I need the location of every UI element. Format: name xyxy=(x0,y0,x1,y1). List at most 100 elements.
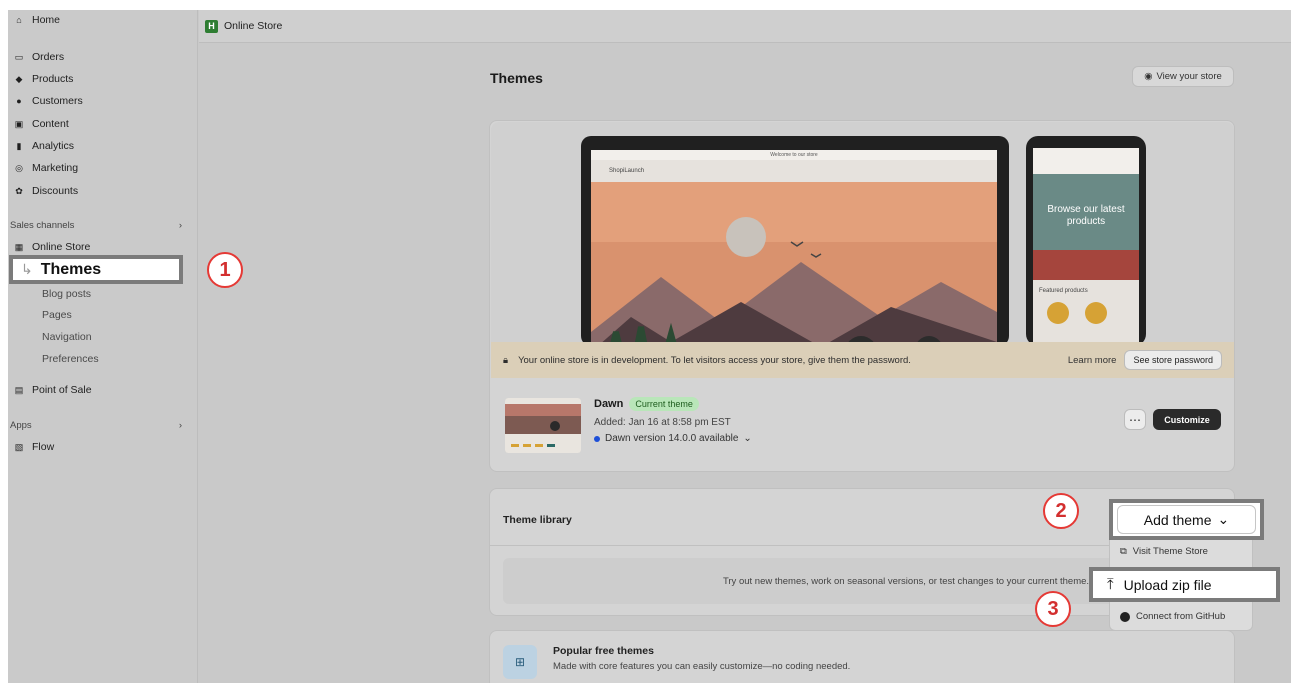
visit-theme-store-item[interactable]: ⧉ Visit Theme Store xyxy=(1120,546,1208,557)
chevron-down-icon: ⌄ xyxy=(743,433,752,444)
learn-more-link[interactable]: Learn more xyxy=(1068,355,1117,366)
eye-icon: ◉ xyxy=(1144,71,1153,82)
chevron-right-icon: › xyxy=(178,419,182,431)
content-icon: ▣ xyxy=(14,118,24,129)
phone-product-row xyxy=(1033,302,1139,324)
sidebar-sub-preferences[interactable]: Preferences xyxy=(42,353,99,365)
sidebar-item-label: Point of Sale xyxy=(32,384,92,396)
sidebar-sub-pages[interactable]: Pages xyxy=(42,309,72,321)
target-icon: ◎ xyxy=(15,162,23,173)
view-store-label: View your store xyxy=(1156,71,1222,82)
topbar: H Online Store xyxy=(199,10,1291,43)
sidebar-item-label: Marketing xyxy=(32,162,79,174)
sidebar-item-products[interactable]: ◆ Products xyxy=(14,69,74,89)
hero-illustration xyxy=(591,182,997,342)
sidebar-item-point-of-sale[interactable]: ▤ Point of Sale xyxy=(14,380,92,400)
see-store-password-button[interactable]: See store password xyxy=(1124,350,1222,370)
orders-icon: ▭ xyxy=(14,51,24,62)
person-icon: ● xyxy=(16,96,22,106)
menu-item-label: Connect from GitHub xyxy=(1136,611,1226,622)
storefront-brand: ShopiLaunch xyxy=(609,168,645,174)
topbar-title: Online Store xyxy=(224,20,283,32)
sidebar-item-online-store[interactable]: ▦ Online Store xyxy=(14,237,91,257)
info-dot-icon xyxy=(594,435,600,442)
phone-headline: Browse our latest products xyxy=(1047,204,1125,227)
sidebar-item-analytics[interactable]: ▮ Analytics xyxy=(14,136,75,156)
phone-featured-label: Featured products xyxy=(1039,288,1088,294)
apps-header[interactable]: Apps › xyxy=(10,417,182,433)
sidebar-item-label: Customers xyxy=(32,95,83,107)
connect-github-item[interactable]: Connect from GitHub xyxy=(1120,611,1225,622)
home-icon: ⌂ xyxy=(16,15,22,25)
phone-screen: Browse our latest products Featured prod… xyxy=(1033,148,1139,342)
dev-store-banner: 🔒︎ Your online store is in development. … xyxy=(491,342,1234,378)
theme-name-line: Dawn Current theme xyxy=(594,397,699,411)
phone-hero: Browse our latest products xyxy=(1033,174,1139,280)
bar-chart-icon: ▮ xyxy=(16,140,22,151)
sidebar-item-marketing[interactable]: ◎ Marketing xyxy=(14,158,78,178)
subitem-arrow-icon: ↳ xyxy=(21,261,33,277)
current-theme-badge: Current theme xyxy=(629,397,699,411)
version-available[interactable]: Dawn version 14.0.0 available ⌄ xyxy=(594,433,752,444)
popular-title: Popular free themes xyxy=(553,645,654,657)
sidebar: ⌂ Home ▭ Orders ◆ Products ● Customers ▣ Cont… xyxy=(8,10,198,683)
flow-icon: ▧ xyxy=(14,441,24,452)
add-theme-highlight: Add theme ⌄ xyxy=(1109,499,1264,540)
thumbnail-image xyxy=(505,398,581,453)
sidebar-item-label: Themes xyxy=(40,260,102,278)
sidebar-item-customers[interactable]: ● Customers xyxy=(14,91,83,111)
sidebar-item-orders[interactable]: ▭ Orders xyxy=(14,47,64,67)
section-label: Apps xyxy=(10,419,32,431)
store-link-icon: ⧉ xyxy=(1120,546,1127,557)
sidebar-sub-navigation[interactable]: Navigation xyxy=(42,331,92,343)
menu-item-label: Upload zip file xyxy=(1123,576,1212,593)
add-theme-label: Add theme xyxy=(1143,511,1212,528)
menu-item-label: Visit Theme Store xyxy=(1132,546,1208,557)
product-thumb xyxy=(1047,302,1069,324)
theme-library-title: Theme library xyxy=(503,514,572,526)
sidebar-item-label: Analytics xyxy=(32,140,75,152)
theme-preview: Welcome to our store ShopiLaunch Browse … xyxy=(491,122,1234,342)
sidebar-item-discounts[interactable]: ✿ Discounts xyxy=(14,181,78,201)
popular-description: Made with core features you can easily c… xyxy=(553,661,851,672)
sidebar-item-label: Flow xyxy=(32,441,55,453)
phone-header xyxy=(1033,148,1139,174)
popular-themes-card: ⊞ Popular free themes Made with core fea… xyxy=(489,630,1235,683)
chevron-down-icon: ⌄ xyxy=(1217,511,1230,527)
more-actions-button[interactable]: ⋯ xyxy=(1124,409,1146,430)
view-store-button[interactable]: ◉ View your store xyxy=(1132,66,1234,87)
sidebar-item-label: Content xyxy=(32,118,69,130)
pos-icon: ▤ xyxy=(14,384,24,395)
chevron-right-icon: › xyxy=(178,219,182,231)
sidebar-sub-blog-posts[interactable]: Blog posts xyxy=(42,288,91,300)
current-theme-row: Dawn Current theme Added: Jan 16 at 8:58… xyxy=(491,379,1234,472)
sidebar-item-themes[interactable]: ↳ Themes xyxy=(9,255,183,284)
theme-name: Dawn xyxy=(594,398,624,410)
upload-zip-item[interactable]: ⤒ Upload zip file xyxy=(1089,567,1280,602)
sales-channels-header[interactable]: Sales channels › xyxy=(10,217,182,233)
phone-hero-people xyxy=(1033,250,1139,280)
step-badge-2: 2 xyxy=(1043,493,1079,529)
github-icon xyxy=(1120,611,1130,622)
sidebar-item-label: Discounts xyxy=(32,185,79,197)
sidebar-item-label: Online Store xyxy=(32,241,91,253)
sidebar-item-home[interactable]: ⌂ Home xyxy=(14,10,60,30)
theme-added-date: Added: Jan 16 at 8:58 pm EST xyxy=(594,417,731,428)
online-store-logo-icon: H xyxy=(205,19,218,33)
sidebar-item-label: Products xyxy=(32,73,74,85)
tag-icon: ◆ xyxy=(15,73,23,84)
phone-mockup: Browse our latest products Featured prod… xyxy=(1026,136,1146,342)
sidebar-item-content[interactable]: ▣ Content xyxy=(14,114,69,134)
laptop-screen: Welcome to our store ShopiLaunch xyxy=(591,150,997,342)
theme-thumbnail xyxy=(505,398,581,453)
laptop-mockup: Welcome to our store ShopiLaunch xyxy=(581,136,1009,342)
product-thumb xyxy=(1085,302,1107,324)
theme-store-icon: ⊞ xyxy=(503,645,537,679)
sidebar-item-flow[interactable]: ▧ Flow xyxy=(14,437,54,457)
customize-button[interactable]: Customize xyxy=(1153,409,1221,430)
section-label: Sales channels xyxy=(10,219,75,231)
current-theme-card: Welcome to our store ShopiLaunch Browse … xyxy=(489,120,1235,472)
step-badge-1: 1 xyxy=(207,252,243,288)
add-theme-button[interactable]: Add theme ⌄ xyxy=(1117,505,1256,534)
banner-message: Your online store is in development. To … xyxy=(518,354,911,366)
